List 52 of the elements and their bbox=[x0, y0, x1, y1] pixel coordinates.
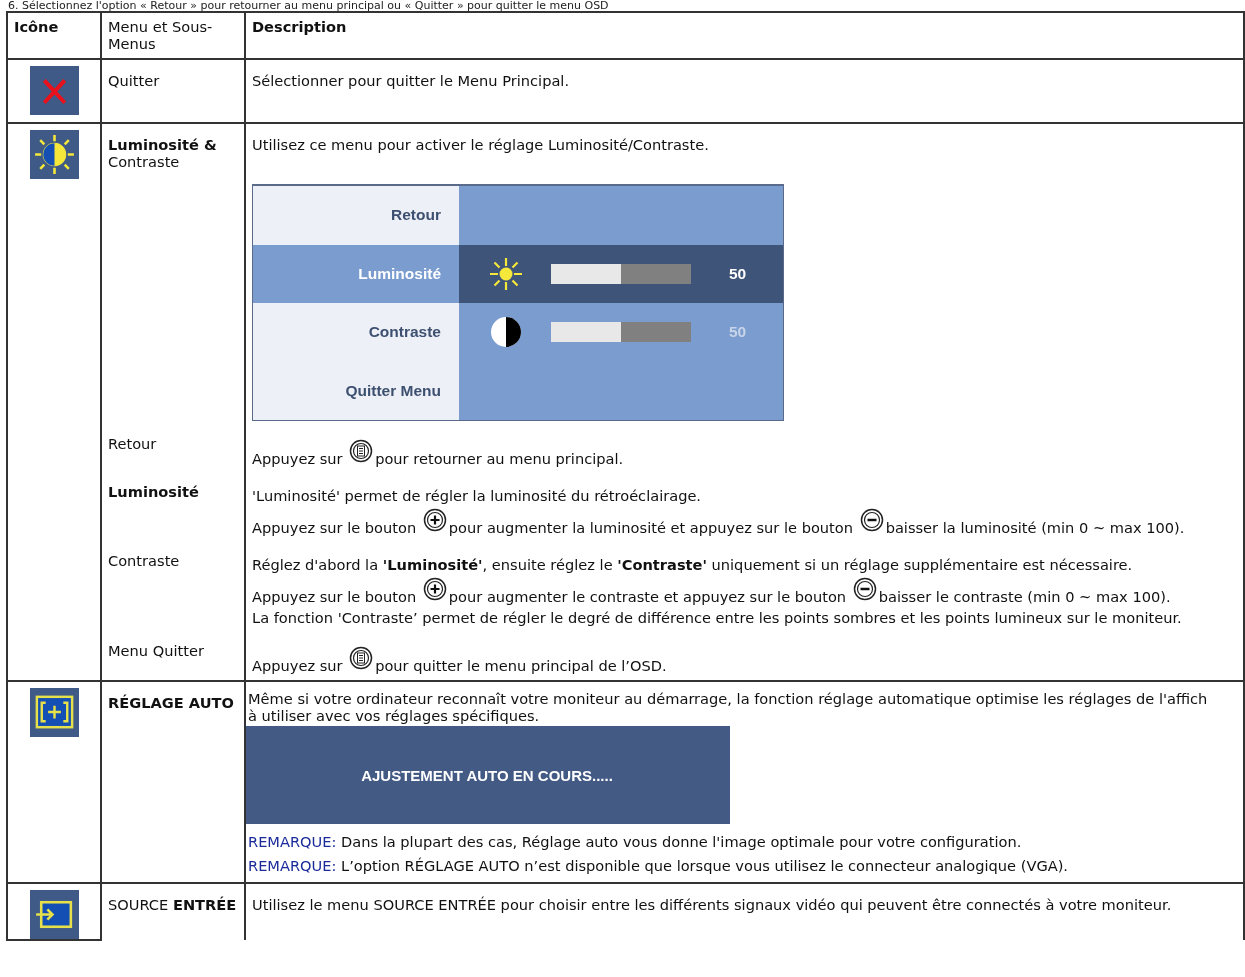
sun-icon bbox=[489, 256, 523, 291]
osd-menu-item[interactable]: Retour bbox=[253, 186, 459, 245]
menu-name: RÉGLAGE AUTO bbox=[108, 694, 234, 711]
minus-button-icon bbox=[859, 508, 884, 532]
menu-name: SOURCE ENTRÉE bbox=[108, 896, 237, 913]
description-text: Même si votre ordinateur reconnaît votre moniteur au démarrage, la fonction réglage automatique optimise les réglages de l'affich bbox=[248, 690, 1209, 707]
instruction-text: pour augmenter la luminosité et appuyez sur le bouton bbox=[448, 518, 854, 538]
instruction-text: Appuyez sur bbox=[252, 656, 344, 676]
submenu-name: Luminosité bbox=[108, 483, 199, 500]
column-header: Menu et Sous-Menus bbox=[101, 12, 245, 59]
slider-value: 50 bbox=[729, 264, 747, 283]
column-header: Description bbox=[245, 12, 1244, 59]
column-header: Icône bbox=[7, 12, 101, 59]
submenu-name: Menu Quitter bbox=[108, 642, 204, 659]
instruction-text: Réglez d'abord la 'Luminosité', ensuite réglez le 'Contraste' uniquement si un réglage supplémentaire est nécessaire. bbox=[252, 556, 1133, 573]
instruction-text: pour augmenter le contraste et appuyez sur le bouton bbox=[448, 587, 848, 607]
menu-name: Quitter bbox=[108, 72, 160, 89]
submenu-name: Contraste bbox=[108, 552, 180, 569]
plus-button-icon bbox=[422, 508, 447, 532]
brightness-icon bbox=[29, 130, 79, 179]
contrast-icon bbox=[489, 315, 523, 350]
note-text: L’option RÉGLAGE AUTO n’est disponible que lorsque vous utilisez le connecteur analogique (VGA). bbox=[341, 857, 1068, 874]
menu-button-icon bbox=[349, 646, 374, 670]
osd-menu-item[interactable]: Contraste bbox=[253, 303, 459, 362]
slider-value: 50 bbox=[729, 323, 747, 342]
menu-button-icon bbox=[349, 439, 374, 463]
description-text: Utilisez le menu SOURCE ENTRÉE pour choisir entre les différents signaux vidéo qui peuvent être connectés à votre moniteur. bbox=[252, 896, 1173, 913]
instruction-text: Appuyez sur bbox=[252, 449, 344, 469]
instruction-step: 6. Sélectionnez l'option « Retour » pour retourner au menu principal ou « Quitter » pour quitter le menu OSD bbox=[0, 0, 1245, 11]
instruction-text: 'Luminosité' permet de régler la luminosité du rétroéclairage. bbox=[252, 487, 701, 504]
instruction-text: Appuyez sur le bouton bbox=[252, 518, 418, 538]
auto-adjust-banner: AJUSTEMENT AUTO EN COURS..... bbox=[244, 726, 730, 824]
description-text: Utilisez ce menu pour activer le réglage Luminosité/Contraste. bbox=[252, 136, 710, 153]
note-label: REMARQUE: bbox=[248, 857, 337, 874]
instruction-text: pour quitter le menu principal de l’OSD. bbox=[375, 656, 667, 676]
instruction-text: baisser la luminosité (min 0 ~ max 100). bbox=[885, 518, 1185, 538]
close-icon bbox=[29, 66, 79, 115]
instruction-text: pour retourner au menu principal. bbox=[375, 449, 624, 469]
submenu-name: Retour bbox=[108, 435, 157, 452]
auto-adjust-icon bbox=[29, 688, 79, 737]
note-text: Dans la plupart des cas, Réglage auto vous donne l'image optimale pour votre configuration. bbox=[341, 833, 1022, 850]
input-source-icon bbox=[29, 890, 79, 939]
plus-button-icon bbox=[422, 577, 447, 601]
instruction-text: La fonction 'Contraste’ permet de régler le degré de différence entre les points sombres et les points lumineux sur le moniteur. bbox=[252, 609, 1182, 626]
osd-menu-item[interactable]: Quitter Menu bbox=[253, 361, 459, 420]
note-label: REMARQUE: bbox=[248, 833, 337, 850]
menu-name: Luminosité & Contraste bbox=[108, 136, 217, 170]
description-text: Sélectionner pour quitter le Menu Principal. bbox=[252, 72, 571, 89]
instruction-text: Appuyez sur le bouton bbox=[252, 587, 418, 607]
instruction-text: baisser le contraste (min 0 ~ max 100). bbox=[878, 587, 1171, 607]
description-text: à utiliser avec vos réglages spécifiques. bbox=[248, 707, 541, 724]
minus-button-icon bbox=[852, 577, 877, 601]
